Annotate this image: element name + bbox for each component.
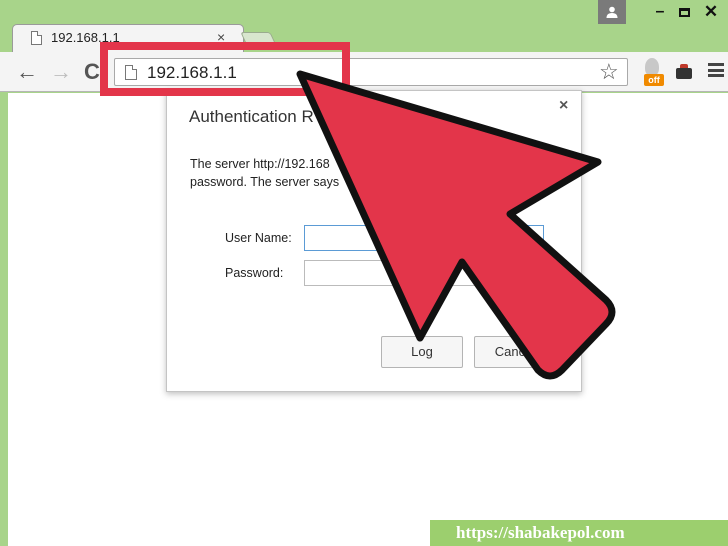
watermark-text: https://shabakepol.com [456,523,625,542]
pointer-arrow-icon [296,70,616,380]
